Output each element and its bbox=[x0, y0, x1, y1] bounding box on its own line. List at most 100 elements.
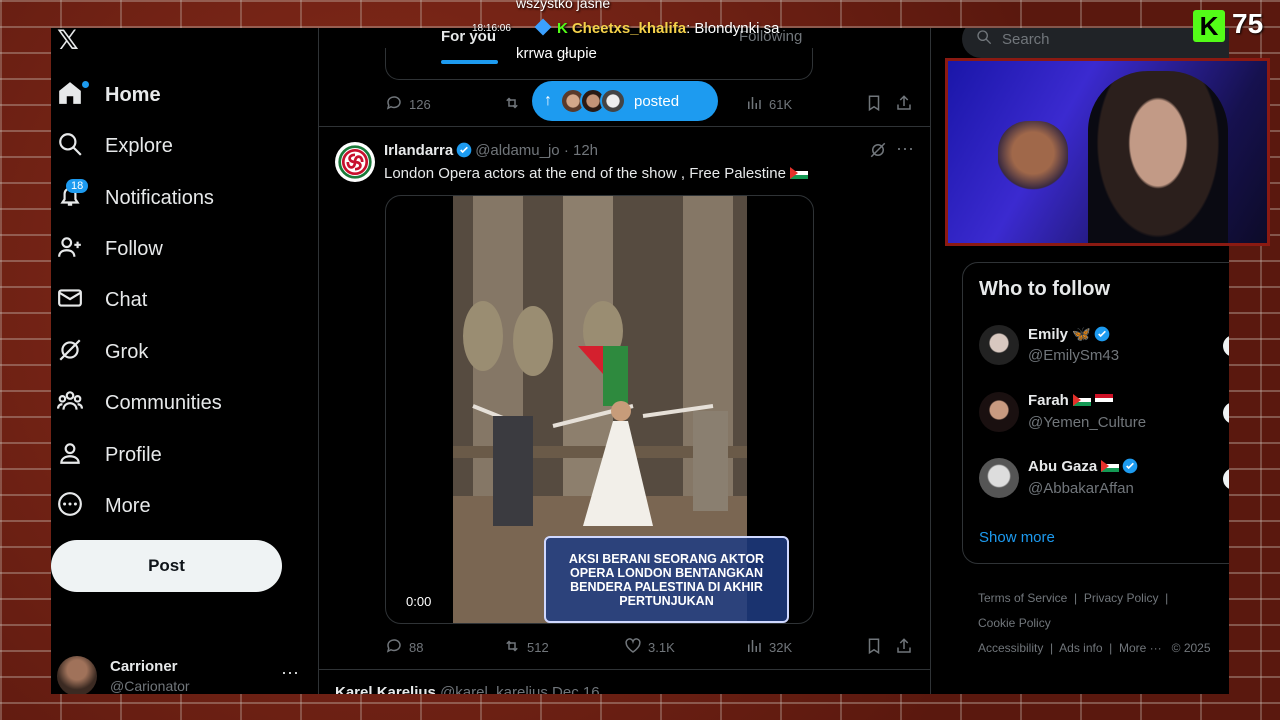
chat-message-continued: krrwa głupie bbox=[516, 45, 597, 62]
suggestion-handle: @EmilySm43 bbox=[1028, 347, 1120, 364]
nav-grok[interactable]: Grok bbox=[57, 332, 148, 372]
more-options-icon[interactable]: ··· bbox=[896, 138, 914, 159]
palestine-flag-icon bbox=[1073, 394, 1092, 406]
suggestion-handle: @Yemen_Culture bbox=[1028, 414, 1147, 431]
nav-follow[interactable]: Follow bbox=[57, 229, 163, 269]
nav-follow-label: Follow bbox=[105, 237, 163, 260]
nav-home-label: Home bbox=[105, 83, 161, 106]
repost-button[interactable]: 512 bbox=[503, 637, 549, 658]
nav-more-label: More bbox=[105, 494, 151, 517]
reply-count: 88 bbox=[409, 640, 424, 655]
new-posts-pill[interactable]: ↑ posted bbox=[532, 81, 718, 121]
avatar[interactable] bbox=[335, 142, 375, 182]
nav-communities[interactable]: Communities bbox=[57, 383, 222, 423]
views-icon bbox=[745, 94, 763, 115]
next-tweet-author[interactable]: Karel Karelius bbox=[335, 684, 436, 694]
viewer-count: 75 bbox=[1232, 8, 1264, 39]
like-button[interactable]: 3.1K bbox=[624, 637, 675, 658]
follow-button[interactable] bbox=[1223, 335, 1229, 357]
divider bbox=[319, 126, 931, 127]
avatar bbox=[979, 325, 1019, 365]
more-circle-icon bbox=[57, 491, 83, 522]
footer-privacy[interactable]: Privacy Policy bbox=[1084, 591, 1159, 605]
bookmark-icon bbox=[865, 94, 883, 115]
chat-text: : Blondynki sa bbox=[686, 20, 780, 37]
follow-button[interactable] bbox=[1223, 402, 1229, 424]
views-icon bbox=[745, 637, 763, 658]
x-logo-icon[interactable]: 𝕏 bbox=[57, 28, 87, 54]
nav-chat[interactable]: Chat bbox=[57, 280, 147, 320]
bookmark-button[interactable] bbox=[865, 94, 883, 115]
nav-notifications-label: Notifications bbox=[105, 186, 214, 209]
footer-terms[interactable]: Terms of Service bbox=[978, 591, 1067, 605]
palestine-flag-icon bbox=[1101, 460, 1120, 472]
reply-icon bbox=[385, 94, 403, 115]
chat-message-previous: wszystko jasne bbox=[516, 0, 611, 11]
reply-icon bbox=[385, 637, 403, 658]
reply-button[interactable]: 126 bbox=[385, 94, 431, 115]
share-button[interactable] bbox=[895, 637, 913, 658]
nav-home[interactable]: Home bbox=[57, 75, 161, 115]
tweet-author-name[interactable]: Irlandarra bbox=[384, 142, 453, 159]
yemen-flag-icon bbox=[1095, 394, 1114, 406]
bookmark-button[interactable] bbox=[865, 637, 883, 658]
footer-more[interactable]: More ··· bbox=[1119, 641, 1162, 655]
share-icon bbox=[895, 637, 913, 658]
timeline-feed: For you Following 126 61K ↑ posted Irlan… bbox=[318, 28, 931, 694]
search-placeholder: Search bbox=[1002, 30, 1050, 48]
share-button[interactable] bbox=[895, 94, 913, 115]
repost-icon bbox=[503, 94, 521, 115]
footer-accessibility[interactable]: Accessibility bbox=[978, 641, 1043, 655]
nav-explore[interactable]: Explore bbox=[57, 126, 173, 166]
follow-suggestion[interactable]: Emily 🦋 @EmilySm43 bbox=[979, 325, 1229, 369]
views-button[interactable]: 61K bbox=[745, 94, 792, 115]
bookmark-icon bbox=[865, 637, 883, 658]
post-button[interactable]: Post bbox=[51, 540, 282, 592]
arrow-up-icon: ↑ bbox=[544, 92, 552, 109]
new-posts-dot bbox=[82, 80, 89, 88]
like-count: 3.1K bbox=[648, 640, 675, 655]
repost-button[interactable] bbox=[503, 94, 521, 115]
next-tweet-time[interactable]: Dec 16 bbox=[552, 684, 600, 694]
next-tweet-header: Karel Karelius @karel_karelius Dec 16 bbox=[335, 684, 915, 694]
tweet-video[interactable]: AKSI BERANI SEORANG AKTOR OPERA LONDON B… bbox=[385, 195, 814, 624]
next-tweet-handle[interactable]: @karel_karelius bbox=[440, 684, 548, 694]
suggestion-handle: @AbbakarAffan bbox=[1028, 480, 1134, 497]
follow-suggestion[interactable]: Abu Gaza @AbbakarAffan bbox=[979, 458, 1229, 502]
follow-button[interactable] bbox=[1223, 468, 1229, 490]
nav-profile[interactable]: Profile bbox=[57, 435, 162, 475]
nav-more[interactable]: More bbox=[57, 486, 151, 526]
reply-button[interactable]: 88 bbox=[385, 637, 423, 658]
webcam-plush bbox=[998, 121, 1068, 201]
search-input[interactable]: Search bbox=[962, 28, 1229, 58]
tweet-body: London Opera actors at the end of the sh… bbox=[384, 165, 786, 182]
more-dots-icon[interactable]: ··· bbox=[281, 662, 299, 683]
tweet-text: London Opera actors at the end of the sh… bbox=[384, 165, 809, 182]
video-timestamp: 0:00 bbox=[406, 594, 432, 609]
footer-cookie[interactable]: Cookie Policy bbox=[978, 616, 1051, 630]
kick-badge-icon: K bbox=[557, 20, 568, 37]
tweet-author-handle[interactable]: @aldamu_jo bbox=[475, 142, 559, 159]
tweet-separator: · bbox=[559, 142, 573, 159]
subscriber-gem-icon bbox=[534, 18, 552, 36]
account-name: Carrioner bbox=[110, 658, 178, 675]
show-more-link[interactable]: Show more bbox=[979, 529, 1055, 546]
follow-suggestion[interactable]: Farah @Yemen_Culture bbox=[979, 392, 1229, 436]
search-icon bbox=[57, 131, 83, 162]
views-button[interactable]: 32K bbox=[745, 637, 792, 658]
chat-message: K Cheetxs_khalifa: Blondynki sa bbox=[534, 18, 780, 37]
share-icon bbox=[895, 94, 913, 115]
suggestion-name: Farah bbox=[1028, 392, 1114, 409]
nav-notifications[interactable]: 18 Notifications bbox=[57, 178, 214, 218]
nav-communities-label: Communities bbox=[105, 391, 222, 414]
account-switcher[interactable]: Carrioner @Carionator ··· bbox=[57, 656, 302, 694]
nav-grok-label: Grok bbox=[105, 340, 149, 363]
avatar bbox=[979, 392, 1019, 432]
palestine-flag-icon bbox=[790, 167, 809, 179]
tweet-time[interactable]: 12h bbox=[573, 142, 598, 159]
communities-icon bbox=[57, 388, 83, 419]
grok-icon[interactable] bbox=[869, 141, 887, 159]
footer-ads-info[interactable]: Ads info bbox=[1059, 641, 1102, 655]
tweet-actions: 88 512 3.1K 32K bbox=[385, 637, 915, 661]
posted-label: posted bbox=[634, 92, 680, 110]
